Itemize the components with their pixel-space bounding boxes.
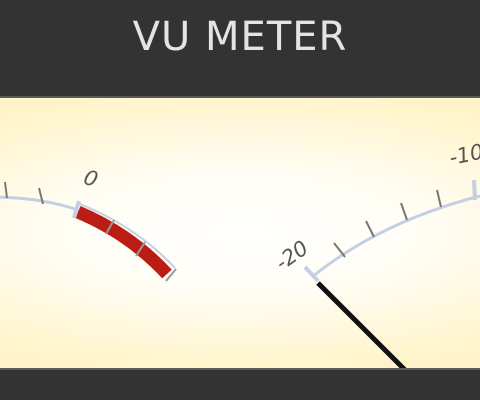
left-tick — [4, 181, 8, 199]
right-tick — [365, 220, 375, 238]
right-tick — [400, 202, 408, 221]
right-scale-arc — [311, 194, 480, 279]
header-bar: VU METER — [0, 0, 480, 96]
left-label-zero: 0 — [81, 165, 101, 192]
meter-face: 0 -20 -10 — [0, 96, 480, 370]
needle — [316, 281, 407, 368]
right-tick — [436, 189, 442, 208]
vu-meter-dial: 0 -20 -10 — [0, 139, 480, 368]
right-meter-scale: -20 -10 — [271, 139, 480, 368]
page-title: VU METER — [132, 14, 348, 60]
left-meter-scale: 0 — [0, 165, 177, 282]
left-red-zone — [75, 206, 172, 279]
right-label-minus-10: -10 — [447, 139, 480, 170]
bottom-bezel — [0, 370, 480, 400]
right-tick-major — [472, 179, 477, 201]
left-scale-arc — [0, 195, 79, 212]
right-tick — [333, 242, 346, 258]
